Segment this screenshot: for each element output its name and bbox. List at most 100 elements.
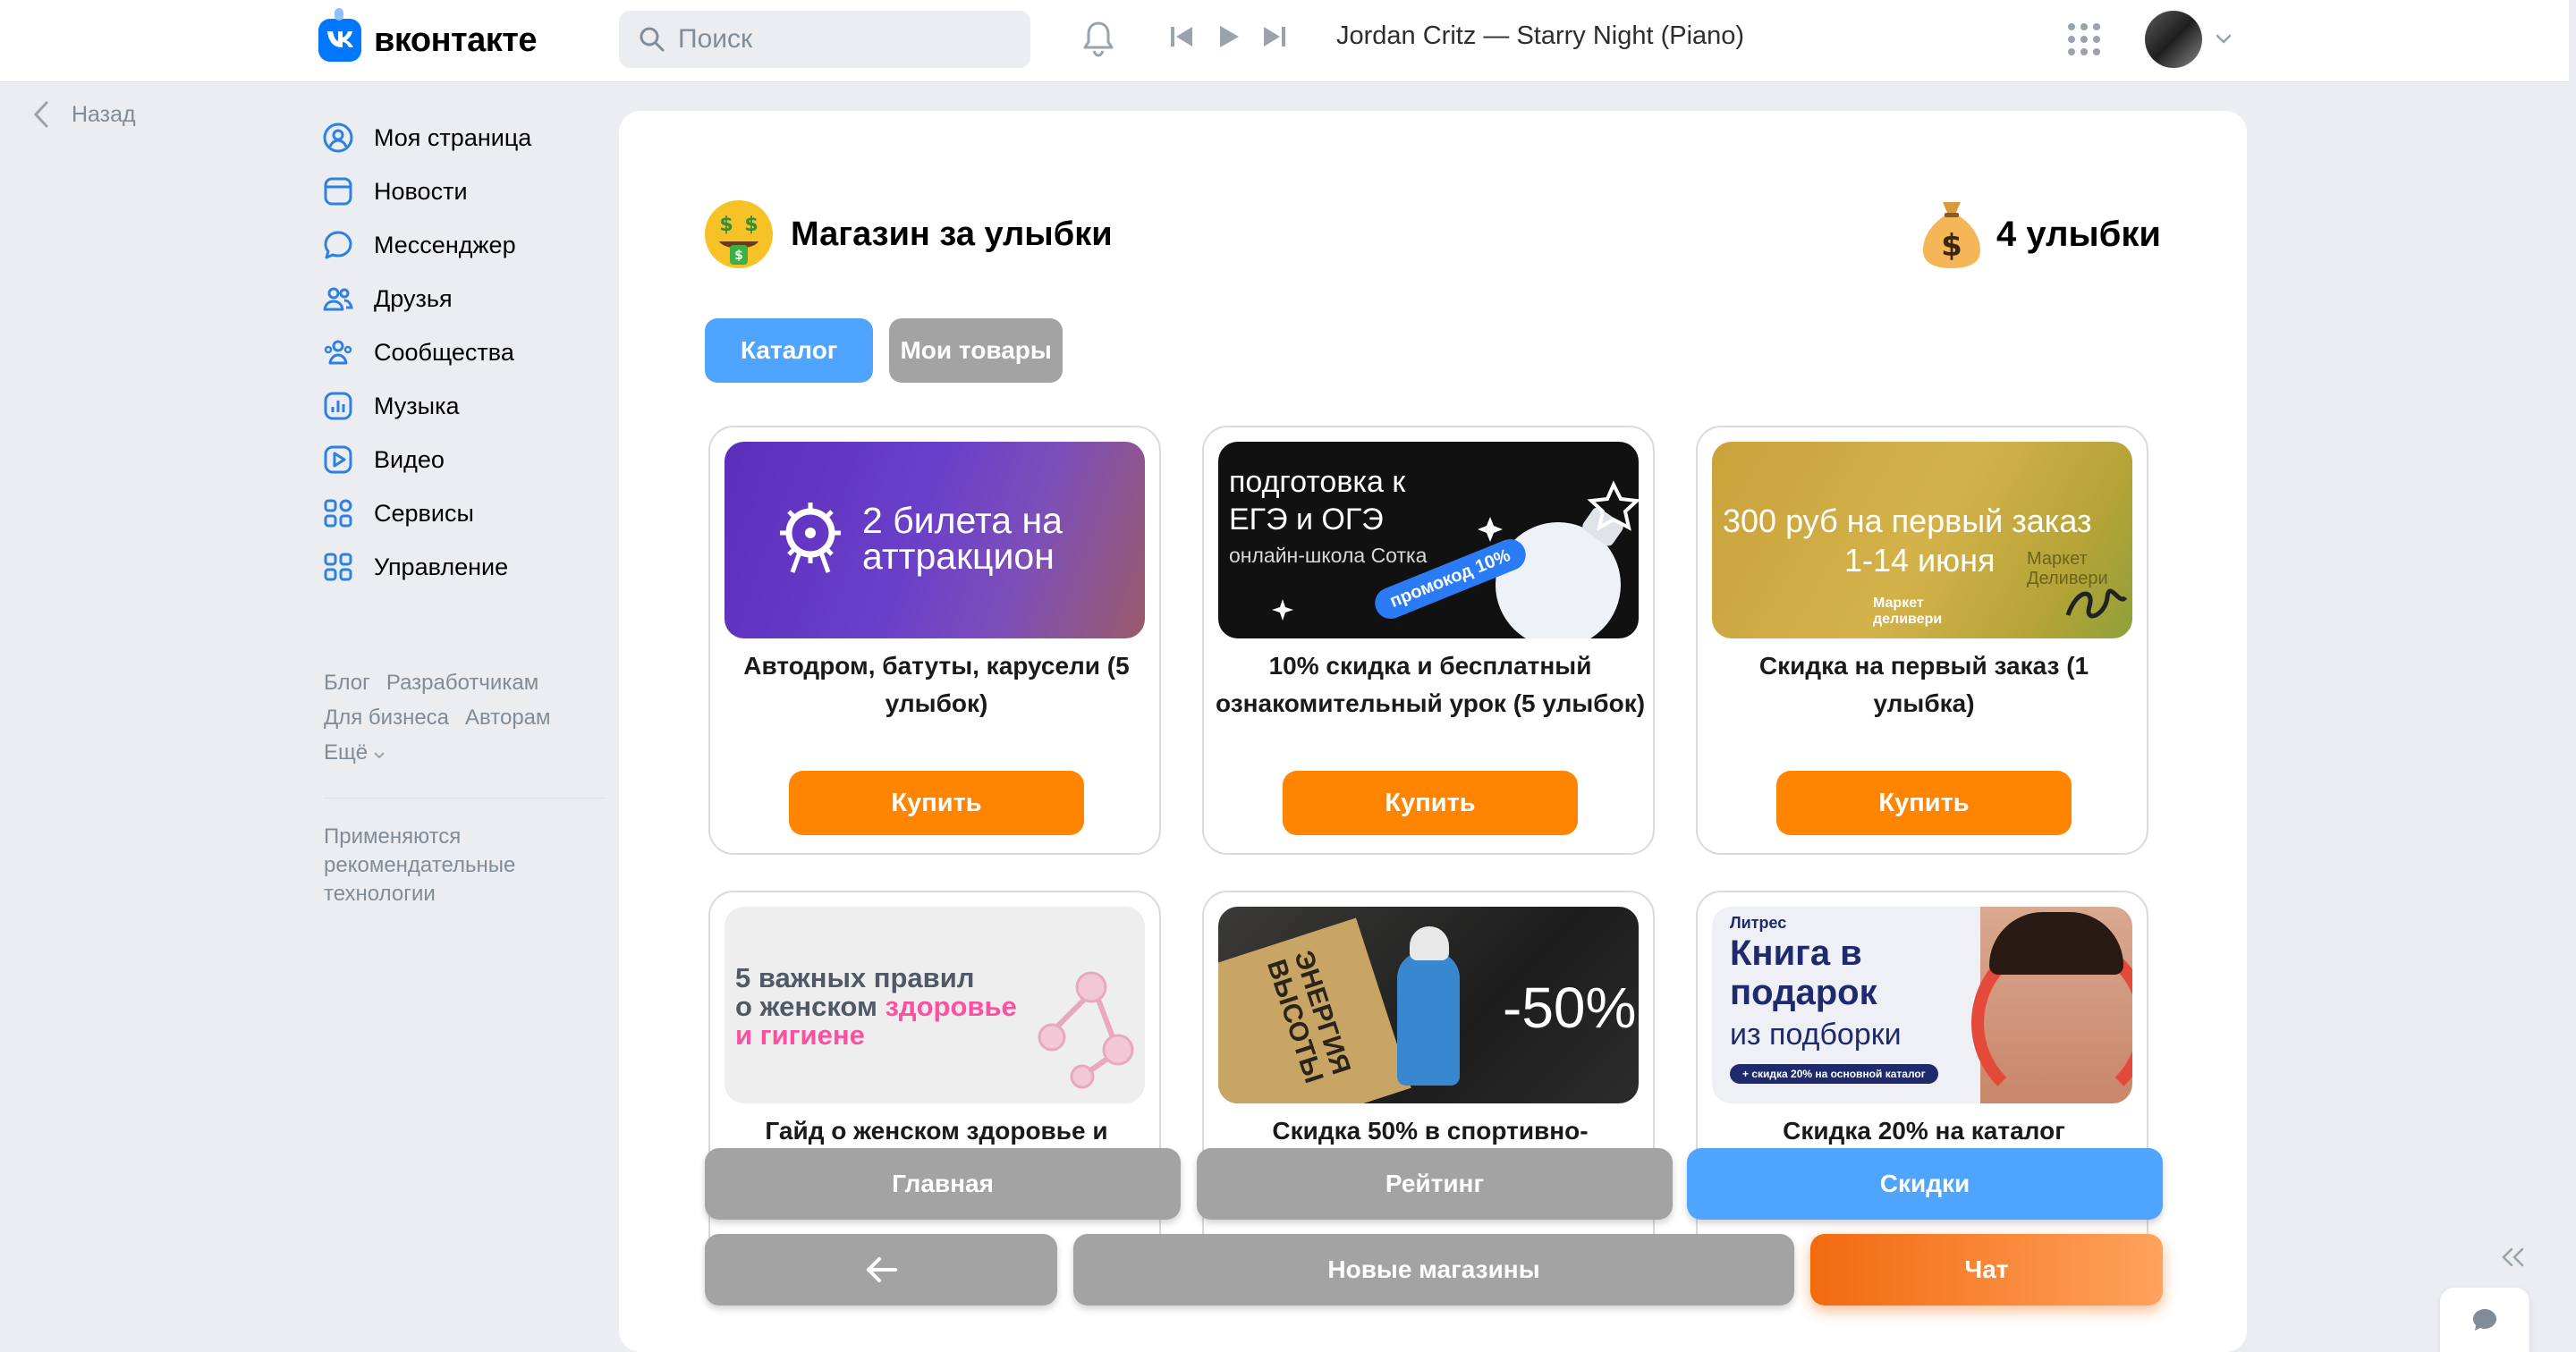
tab-catalog[interactable]: Каталог: [705, 318, 874, 383]
chat-fab[interactable]: [2440, 1288, 2529, 1352]
nav-discounts-button[interactable]: Скидки: [1687, 1148, 2163, 1220]
buy-button[interactable]: Купить: [1776, 771, 2072, 835]
search-input[interactable]: [678, 24, 1018, 55]
product-banner: ЭНЕРГИЯ ВЫСОТЫ -50%: [1218, 907, 1639, 1103]
sidebar-item-friends[interactable]: Друзья: [322, 272, 531, 325]
new-shops-button[interactable]: Новые магазины: [1073, 1234, 1794, 1306]
management-icon: [324, 553, 352, 581]
chevron-down-icon: [374, 752, 385, 759]
product-card: 2 билета на аттракцион Автодром, батуты,…: [708, 426, 1161, 855]
banner-text: подготовка к ЕГЭ и ОГЭ: [1229, 465, 1406, 537]
buy-button[interactable]: Купить: [789, 771, 1084, 835]
back-link[interactable]: Назад: [32, 100, 136, 129]
climber-figure: [1397, 951, 1460, 1086]
shop-tabs: Каталог Мои товары: [705, 318, 1063, 383]
product-title: Скидка на первый заказ (1 улыбка): [1758, 652, 2089, 717]
banner-subtext-line: о женском здоровье: [735, 991, 1017, 1023]
sidebar-item-messenger[interactable]: Мессенджер: [322, 218, 531, 272]
tab-my-items[interactable]: Мои товары: [889, 318, 1063, 383]
sidebar-item-label: Видео: [374, 445, 445, 473]
product-banner: подготовка к ЕГЭ и ОГЭ онлайн-школа Сотк…: [1218, 442, 1639, 638]
newspaper-icon: [324, 177, 352, 206]
sidebar-item-label: Управление: [374, 553, 509, 580]
svg-text:$: $: [1941, 228, 1962, 264]
previous-icon[interactable]: [1168, 23, 1195, 50]
collapse-sidebar-icon[interactable]: [2501, 1246, 2526, 1268]
svg-text:$: $: [734, 249, 743, 263]
products-grid[interactable]: 2 билета на аттракцион Автодром, батуты,…: [705, 426, 2172, 1243]
sidebar-item-label: Сообщества: [374, 338, 514, 366]
banner-text: 2 билета на аттракцион: [862, 500, 1063, 577]
audio-player-controls: [1168, 23, 1288, 50]
banner-subtext: из подборки: [1730, 1018, 1902, 1052]
money-mouth-face-icon: $ $ $: [705, 200, 773, 268]
sidebar-item-my-page[interactable]: Моя страница: [322, 111, 531, 165]
sidebar-item-label: Новости: [374, 177, 468, 205]
banner-brand: Маркет деливери: [1873, 596, 1943, 627]
music-icon: [324, 392, 352, 420]
product-title: Автодром, батуты, карусели (5 улыбок): [743, 652, 1130, 717]
sidebar-divider: [324, 798, 605, 799]
next-icon[interactable]: [1261, 23, 1288, 50]
ferris-wheel-icon: [780, 503, 841, 573]
vk-logo[interactable]: вконтакте: [318, 8, 538, 72]
avatar[interactable]: [2145, 11, 2202, 68]
now-playing-track[interactable]: Jordan Critz — Starry Night (Piano): [1336, 21, 1744, 51]
back-button[interactable]: [705, 1234, 1057, 1306]
banner-text: 5 важных правил: [735, 962, 975, 993]
buy-button[interactable]: Купить: [1283, 771, 1578, 835]
footer-link-business[interactable]: Для бизнеса: [324, 706, 449, 730]
vk-logo-icon: [318, 8, 361, 62]
banner-text: 300 руб на первый заказ: [1723, 503, 2092, 539]
top-bar: вконтакте Jordan Critz — Starry Night (P…: [0, 0, 2569, 82]
banner-subtext: о женском: [735, 991, 877, 1022]
sidebar-item-news[interactable]: Новости: [322, 165, 531, 218]
nav-home-button[interactable]: Главная: [705, 1148, 1181, 1220]
chevron-left-icon: [33, 101, 48, 128]
chevron-down-icon[interactable]: [2215, 32, 2233, 45]
page-scrollbar[interactable]: [2569, 0, 2576, 1352]
footer-links: Блог Разработчикам Для бизнеса Авторам Ещё: [324, 665, 601, 770]
sidebar-item-music[interactable]: Музыка: [322, 379, 531, 433]
sidebar-item-label: Мессенджер: [374, 231, 516, 258]
sidebar-item-services[interactable]: Сервисы: [322, 486, 531, 540]
nav-rating-button[interactable]: Рейтинг: [1197, 1148, 1673, 1220]
molecule-icon: [1038, 971, 1134, 1089]
promo-badge: + скидка 20% на основной каталог: [1730, 1064, 1938, 1084]
footer-link-more[interactable]: Ещё: [324, 740, 386, 765]
play-icon[interactable]: [1215, 23, 1241, 50]
footer-link-developers[interactable]: Разработчикам: [386, 671, 538, 695]
product-title: Скидка 20% на каталог: [1783, 1117, 2065, 1145]
money-bag-icon: $: [1923, 202, 1981, 268]
product-banner: 2 билета на аттракцион: [724, 442, 1145, 638]
search-box[interactable]: [619, 11, 1030, 68]
sidebar-item-label: Сервисы: [374, 499, 474, 527]
shop-panel: $ $ $ Магазин за улыбки $ 4 улыбки Катал…: [619, 111, 2247, 1352]
sidebar-item-video[interactable]: Видео: [322, 433, 531, 486]
footer-link-blog[interactable]: Блог: [324, 671, 370, 695]
page-title: Магазин за улыбки: [791, 215, 1113, 253]
svg-text:$: $: [719, 214, 733, 236]
product-banner: 300 руб на первый заказ 1-14 июня Маркет…: [1712, 442, 2132, 638]
sparkle-icon: [1272, 599, 1293, 621]
product-title: 10% скидка и бесплатный ознакомительный …: [1215, 652, 1646, 717]
sidebar-nav: Моя страница Новости Мессенджер Друзья С…: [322, 111, 531, 594]
chat-button[interactable]: Чат: [1810, 1234, 2163, 1306]
banner-accent-line: и гигиене: [735, 1019, 865, 1051]
arrow-left-icon: [867, 1257, 897, 1282]
bell-icon[interactable]: [1080, 20, 1116, 59]
sidebar-item-communities[interactable]: Сообщества: [322, 325, 531, 379]
search-icon: [640, 27, 665, 52]
apps-grid-icon[interactable]: [2066, 21, 2102, 57]
back-label: Назад: [72, 101, 136, 127]
sidebar-item-label: Моя страница: [374, 123, 532, 151]
product-title: Скидка 50% в спортивно-: [1272, 1117, 1589, 1145]
smiles-balance: $ 4 улыбки: [1919, 197, 2161, 272]
sidebar-item-management[interactable]: Управление: [322, 540, 531, 594]
footer-more-label: Ещё: [324, 740, 369, 765]
banner-text: Книга в подарок: [1730, 934, 1877, 1012]
balance-value: 4 улыбки: [1996, 214, 2161, 254]
recommendations-note[interactable]: Применяются рекомендательные технологии: [324, 823, 592, 908]
product-banner: 5 важных правил о женском здоровье и гиг…: [724, 907, 1145, 1103]
footer-link-authors[interactable]: Авторам: [465, 706, 551, 730]
